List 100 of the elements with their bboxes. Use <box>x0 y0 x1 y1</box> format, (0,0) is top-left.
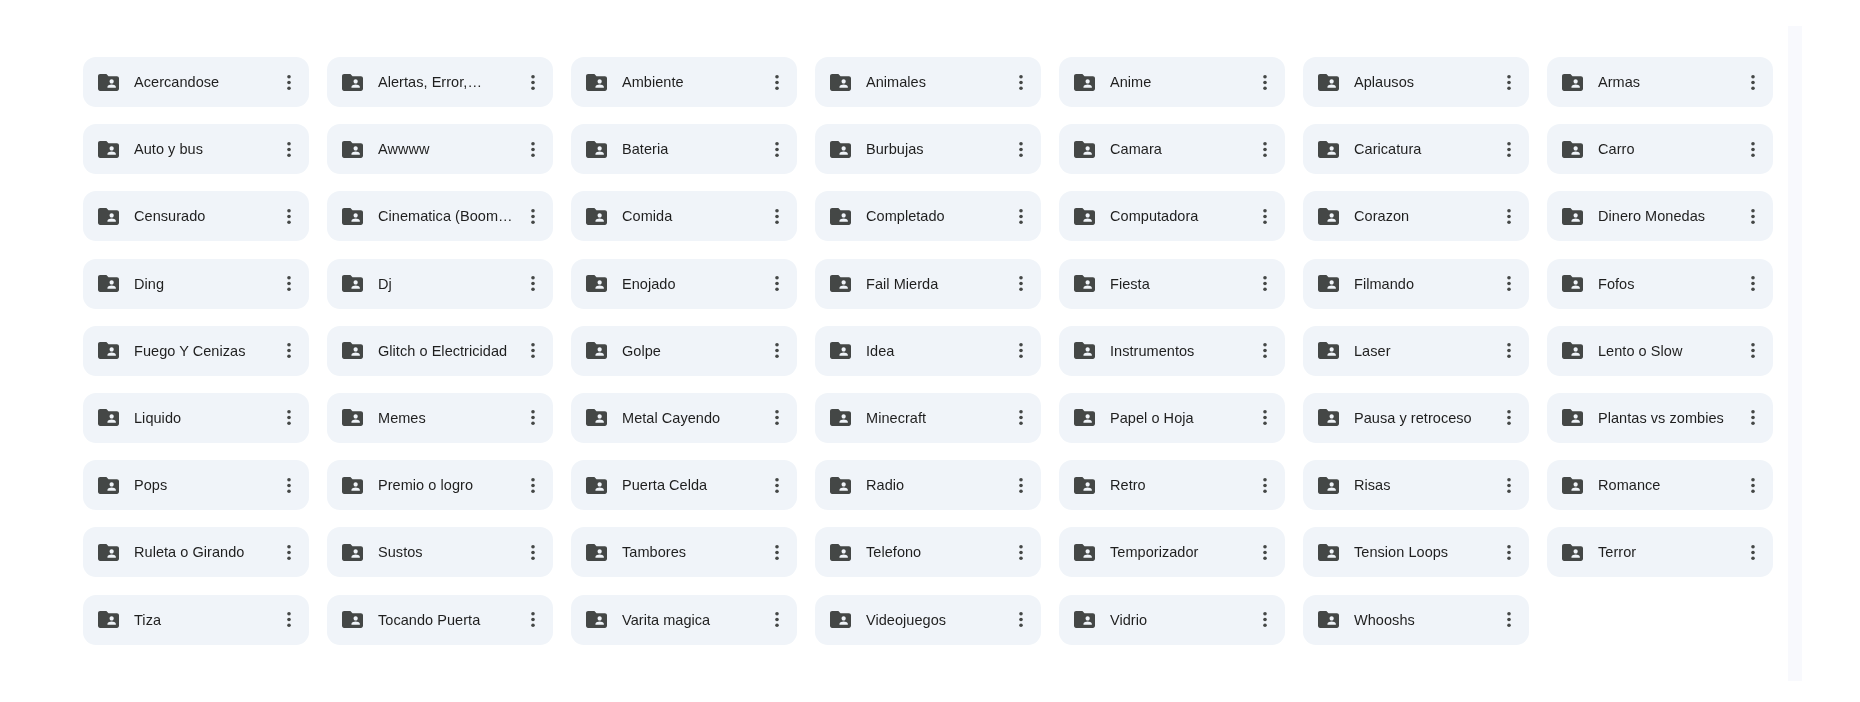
folder-card[interactable]: Carro <box>1547 124 1773 175</box>
folder-card[interactable]: Tambores <box>571 527 797 578</box>
more-vertical-icon[interactable] <box>775 612 779 627</box>
more-vertical-icon[interactable] <box>531 141 535 157</box>
more-vertical-icon[interactable] <box>1263 208 1267 224</box>
more-vertical-icon[interactable] <box>1507 477 1511 493</box>
more-vertical-icon[interactable] <box>287 612 291 627</box>
folder-card[interactable]: Tocando Puerta <box>327 594 553 645</box>
folder-card[interactable]: Videojuegos <box>815 594 1041 645</box>
folder-card[interactable]: Ding <box>83 258 309 309</box>
folder-card[interactable]: Tension Loops <box>1303 527 1529 578</box>
folder-card[interactable]: Whooshs <box>1303 594 1529 645</box>
more-vertical-icon[interactable] <box>531 208 535 224</box>
folder-card[interactable]: Vidrio <box>1059 594 1285 645</box>
folder-card[interactable]: Risas <box>1303 460 1529 511</box>
folder-card[interactable]: Instrumentos <box>1059 325 1285 376</box>
more-vertical-icon[interactable] <box>1751 410 1755 426</box>
folder-card[interactable]: Laser <box>1303 325 1529 376</box>
folder-card[interactable]: Golpe <box>571 325 797 376</box>
folder-card[interactable]: Pops <box>83 460 309 511</box>
more-vertical-icon[interactable] <box>775 276 779 292</box>
more-vertical-icon[interactable] <box>1751 544 1755 560</box>
more-vertical-icon[interactable] <box>1507 208 1511 224</box>
more-vertical-icon[interactable] <box>1019 276 1023 292</box>
more-vertical-icon[interactable] <box>1263 544 1267 560</box>
folder-card[interactable]: Filmando <box>1303 258 1529 309</box>
folder-card[interactable]: Metal Cayendo <box>571 392 797 443</box>
folder-card[interactable]: Ruleta o Girando <box>83 527 309 578</box>
more-vertical-icon[interactable] <box>1019 141 1023 157</box>
folder-card[interactable]: Enojado <box>571 258 797 309</box>
more-vertical-icon[interactable] <box>1507 410 1511 426</box>
folder-card[interactable]: Awwww <box>327 124 553 175</box>
more-vertical-icon[interactable] <box>531 544 535 560</box>
more-vertical-icon[interactable] <box>1019 410 1023 426</box>
folder-card[interactable]: Telefono <box>815 527 1041 578</box>
folder-card[interactable]: Pausa y retroceso <box>1303 392 1529 443</box>
folder-card[interactable]: Fiesta <box>1059 258 1285 309</box>
more-vertical-icon[interactable] <box>1751 141 1755 157</box>
more-vertical-icon[interactable] <box>1263 477 1267 493</box>
folder-card[interactable]: Auto y bus <box>83 124 309 175</box>
more-vertical-icon[interactable] <box>1751 343 1755 359</box>
more-vertical-icon[interactable] <box>775 208 779 224</box>
folder-card[interactable]: Animales <box>815 57 1041 107</box>
more-vertical-icon[interactable] <box>1019 477 1023 493</box>
more-vertical-icon[interactable] <box>1263 276 1267 292</box>
more-vertical-icon[interactable] <box>1751 208 1755 224</box>
more-vertical-icon[interactable] <box>1019 74 1023 90</box>
folder-card[interactable]: Censurado <box>83 191 309 242</box>
folder-card[interactable]: Papel o Hoja <box>1059 392 1285 443</box>
folder-card[interactable]: Bateria <box>571 124 797 175</box>
folder-card[interactable]: Premio o logro <box>327 460 553 511</box>
more-vertical-icon[interactable] <box>1263 410 1267 426</box>
more-vertical-icon[interactable] <box>1507 343 1511 359</box>
more-vertical-icon[interactable] <box>287 477 291 493</box>
folder-card[interactable]: Caricatura <box>1303 124 1529 175</box>
more-vertical-icon[interactable] <box>1263 343 1267 359</box>
folder-card[interactable]: Alertas, Error,… <box>327 57 553 107</box>
folder-card[interactable]: Romance <box>1547 460 1773 511</box>
folder-card[interactable]: Terror <box>1547 527 1773 578</box>
more-vertical-icon[interactable] <box>531 276 535 292</box>
folder-card[interactable]: Puerta Celda <box>571 460 797 511</box>
folder-card[interactable]: Aplausos <box>1303 57 1529 107</box>
folder-card[interactable]: Liquido <box>83 392 309 443</box>
more-vertical-icon[interactable] <box>287 343 291 359</box>
more-vertical-icon[interactable] <box>775 74 779 90</box>
folder-card[interactable]: Anime <box>1059 57 1285 107</box>
folder-card[interactable]: Ambiente <box>571 57 797 107</box>
folder-card[interactable]: Fail Mierda <box>815 258 1041 309</box>
more-vertical-icon[interactable] <box>531 343 535 359</box>
more-vertical-icon[interactable] <box>531 74 535 90</box>
more-vertical-icon[interactable] <box>287 208 291 224</box>
more-vertical-icon[interactable] <box>287 276 291 292</box>
more-vertical-icon[interactable] <box>1507 276 1511 292</box>
folder-card[interactable]: Armas <box>1547 57 1773 107</box>
more-vertical-icon[interactable] <box>1263 612 1267 627</box>
folder-card[interactable]: Burbujas <box>815 124 1041 175</box>
folder-card[interactable]: Acercandose <box>83 57 309 107</box>
more-vertical-icon[interactable] <box>775 141 779 157</box>
more-vertical-icon[interactable] <box>287 410 291 426</box>
folder-card[interactable]: Corazon <box>1303 191 1529 242</box>
more-vertical-icon[interactable] <box>1507 544 1511 560</box>
more-vertical-icon[interactable] <box>1751 276 1755 292</box>
folder-card[interactable]: Tiza <box>83 594 309 645</box>
more-vertical-icon[interactable] <box>531 477 535 493</box>
folder-card[interactable]: Cinematica (Boom… <box>327 191 553 242</box>
folder-card[interactable]: Fuego Y Cenizas <box>83 325 309 376</box>
more-vertical-icon[interactable] <box>1019 208 1023 224</box>
more-vertical-icon[interactable] <box>531 410 535 426</box>
folder-card[interactable]: Temporizador <box>1059 527 1285 578</box>
folder-card[interactable]: Fofos <box>1547 258 1773 309</box>
folder-card[interactable]: Glitch o Electricidad <box>327 325 553 376</box>
folder-card[interactable]: Varita magica <box>571 594 797 645</box>
more-vertical-icon[interactable] <box>1751 477 1755 493</box>
more-vertical-icon[interactable] <box>287 141 291 157</box>
folder-card[interactable]: Dinero Monedas <box>1547 191 1773 242</box>
more-vertical-icon[interactable] <box>775 477 779 493</box>
folder-card[interactable]: Computadora <box>1059 191 1285 242</box>
more-vertical-icon[interactable] <box>1751 74 1755 90</box>
folder-card[interactable]: Comida <box>571 191 797 242</box>
more-vertical-icon[interactable] <box>1507 612 1511 627</box>
